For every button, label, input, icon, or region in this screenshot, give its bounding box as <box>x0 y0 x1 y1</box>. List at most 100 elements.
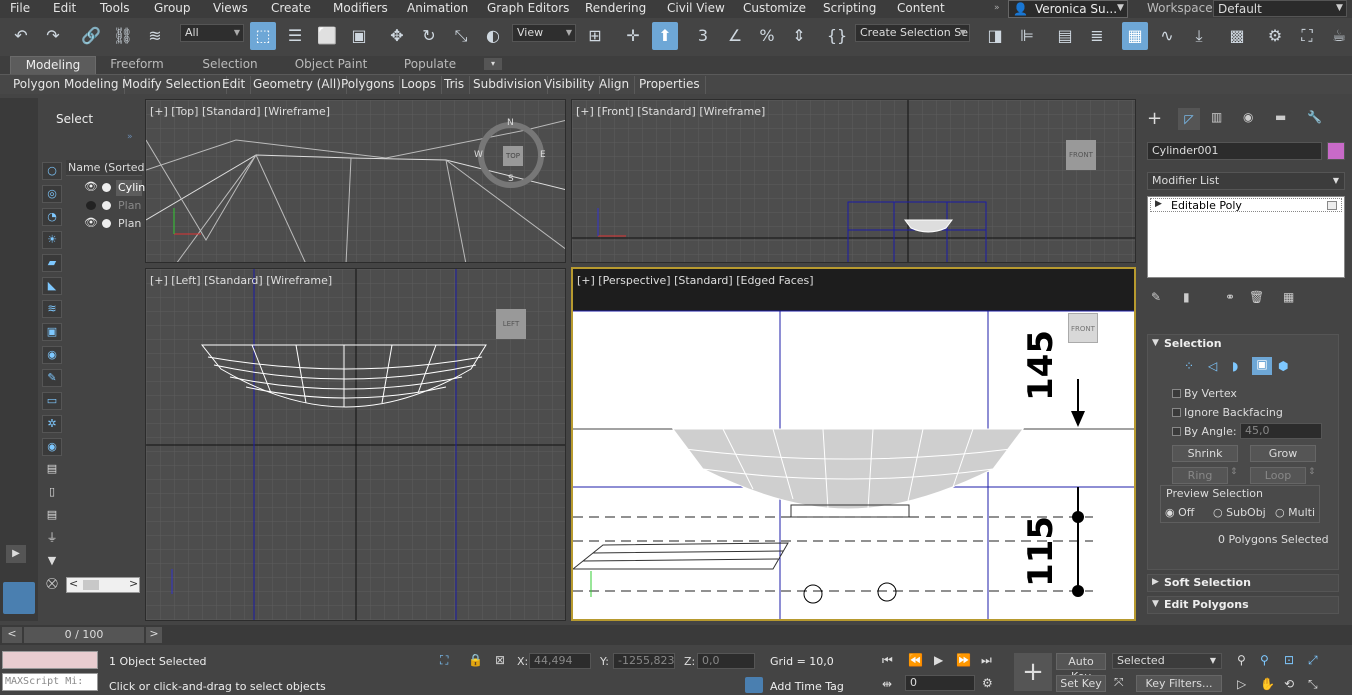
pivot-center-icon[interactable]: ⊞ <box>582 22 608 50</box>
selection-rollout-title[interactable]: Selection <box>1164 337 1222 350</box>
expand-panel-icon[interactable]: ▶ <box>6 545 26 563</box>
schematic-view-icon[interactable]: ⤓ <box>1186 22 1212 50</box>
edit-polygons-rollout[interactable]: ▼ Edit Polygons <box>1147 596 1339 614</box>
spinner-snap-icon[interactable]: ⇕ <box>786 22 812 50</box>
create-tab-icon[interactable]: + <box>1147 108 1162 129</box>
menu-graph-editors[interactable]: Graph Editors <box>487 0 569 18</box>
undo-icon[interactable]: ↶ <box>8 22 34 50</box>
make-unique-icon[interactable]: ⚭ <box>1225 290 1235 304</box>
by-vertex-checkbox[interactable]: By Vertex <box>1172 387 1237 400</box>
zoom-extents-icon[interactable]: ⊡ <box>1284 653 1294 667</box>
user-account-dropdown[interactable]: 👤 Veronica Su... ▼ <box>1008 0 1128 18</box>
menu-scripting[interactable]: Scripting <box>823 0 876 18</box>
zoom-icon[interactable]: ⚲ <box>1237 653 1246 667</box>
vertex-mode-icon[interactable]: ⁘ <box>1184 359 1194 373</box>
soft-selection-rollout[interactable]: ▶ Soft Selection <box>1147 574 1339 592</box>
display-geometry-icon[interactable]: ◎ <box>42 185 62 203</box>
window-crossing-icon[interactable]: ▣ <box>346 22 372 50</box>
tab-object-paint[interactable]: Object Paint <box>290 56 372 74</box>
freeze-dot-icon[interactable] <box>102 219 111 228</box>
viewcube[interactable]: FRONT <box>1066 140 1096 170</box>
orbit-icon[interactable]: ⟲ <box>1284 677 1294 691</box>
redo-icon[interactable]: ↷ <box>40 22 66 50</box>
menu-customize[interactable]: Customize <box>743 0 806 18</box>
hierarchy-tab-icon[interactable]: ▥ <box>1211 110 1222 124</box>
ribbon-polygons[interactable]: Polygons <box>336 76 401 94</box>
scene-item[interactable]: 👁 Cylin <box>80 180 145 196</box>
add-time-tag[interactable]: Add Time Tag <box>770 680 844 693</box>
time-configuration-icon[interactable]: ⚙ <box>982 676 993 690</box>
viewport-perspective-label[interactable]: [+] [Perspective] [Standard] [Edged Face… <box>577 274 814 287</box>
link-icon[interactable]: 🔗 <box>78 22 104 50</box>
menu-civil-view[interactable]: Civil View <box>667 0 725 18</box>
object-name-field[interactable]: Cylinder001 <box>1147 142 1322 160</box>
viewport-left-label[interactable]: [+] [Left] [Standard] [Wireframe] <box>150 274 332 287</box>
border-mode-icon[interactable]: ◗ <box>1232 359 1238 373</box>
tab-selection[interactable]: Selection <box>190 56 270 74</box>
scene-item[interactable]: 👁 Plan <box>80 216 142 232</box>
display-children-icon[interactable]: ▯ <box>42 484 62 502</box>
ribbon-toggle-icon[interactable]: ▦ <box>1122 22 1148 50</box>
material-editor-icon[interactable]: ▩ <box>1224 22 1250 50</box>
go-to-start-icon[interactable]: ⏮ <box>882 653 893 668</box>
rotate-icon[interactable]: ↻ <box>416 22 442 50</box>
ribbon-modify-selection[interactable]: Modify Selection <box>117 76 227 94</box>
scroll-left-icon[interactable]: < <box>69 577 78 590</box>
polygon-mode-icon[interactable]: ▣ <box>1252 357 1272 375</box>
select-manipulate-icon[interactable]: ✛ <box>620 22 646 50</box>
reference-coordinate-dropdown[interactable]: View <box>512 24 576 42</box>
curve-editor-icon[interactable]: ∿ <box>1154 22 1180 50</box>
ignore-backfacing-checkbox[interactable]: Ignore Backfacing <box>1172 406 1283 419</box>
ribbon-options-icon[interactable]: ▾ <box>484 58 502 70</box>
viewcube[interactable]: TOP <box>503 146 523 166</box>
display-frozen-icon[interactable]: ▤ <box>42 461 62 479</box>
menu-tools[interactable]: Tools <box>100 0 130 18</box>
show-end-result-icon[interactable]: ▮ <box>1183 290 1190 304</box>
pin-stack-icon[interactable]: ✎ <box>1151 290 1161 304</box>
pan-icon[interactable]: ✋ <box>1260 677 1275 691</box>
shrink-button[interactable]: Shrink <box>1172 445 1238 462</box>
viewport-front[interactable]: [+] [Front] [Standard] [Wireframe] FRONT <box>571 99 1136 263</box>
isolate-selection-icon[interactable]: ⛶ <box>440 653 448 668</box>
preview-off-radio[interactable]: ◉ Off <box>1165 506 1194 519</box>
display-containers-icon[interactable]: ▭ <box>42 392 62 410</box>
align-icon[interactable]: ⊫ <box>1014 22 1040 50</box>
display-spacewarps-icon[interactable]: ≋ <box>42 300 62 318</box>
viewcube-compass[interactable]: TOP N S W E <box>474 118 546 188</box>
modifier-list-dropdown[interactable]: Modifier List ▼ <box>1147 172 1345 190</box>
ribbon-geometry-all[interactable]: Geometry (All) <box>248 76 347 94</box>
by-angle-checkbox[interactable]: By Angle: <box>1172 425 1237 438</box>
maxscript-input[interactable]: MAXScript Mi: <box>2 673 98 691</box>
ribbon-edit[interactable]: Edit <box>217 76 252 94</box>
viewport-layout-icon[interactable] <box>3 582 35 614</box>
render-production-icon[interactable]: ☕ <box>1326 22 1352 50</box>
viewport-left[interactable]: [+] [Left] [Standard] [Wireframe] LEFT <box>145 268 566 621</box>
menu-content[interactable]: Content <box>897 0 945 18</box>
key-mode-dropdown[interactable]: Selected ▼ <box>1112 653 1222 669</box>
filter-icon[interactable]: ⏚ <box>42 530 62 548</box>
rectangular-selection-icon[interactable]: ⬜ <box>314 22 340 50</box>
percent-snap-icon[interactable]: % <box>754 22 780 50</box>
auto-key-button[interactable]: Auto Key <box>1056 653 1106 683</box>
menu-modifiers[interactable]: Modifiers <box>333 0 388 18</box>
menu-edit[interactable]: Edit <box>53 0 76 18</box>
transform-mode-icon[interactable]: ⊠ <box>495 653 505 667</box>
menu-animation[interactable]: Animation <box>407 0 468 18</box>
previous-frame-icon[interactable]: ⏪ <box>908 653 923 667</box>
angle-snap-icon[interactable]: ∠ <box>722 22 748 50</box>
edge-mode-icon[interactable]: ◁ <box>1208 359 1217 373</box>
eye-icon[interactable]: 👁 <box>84 180 98 193</box>
menu-rendering[interactable]: Rendering <box>585 0 646 18</box>
menu-views[interactable]: Views <box>213 0 248 18</box>
scene-explorer-icon[interactable]: ▤ <box>1052 22 1078 50</box>
rendered-frame-window-icon[interactable]: ⛶ <box>1294 22 1320 50</box>
freeze-dot-icon[interactable] <box>102 201 111 210</box>
display-none-icon[interactable]: ○ <box>42 162 62 180</box>
current-frame-field[interactable]: 0 <box>905 675 975 691</box>
display-bones-icon[interactable]: ✎ <box>42 369 62 387</box>
funnel-icon[interactable]: ▼ <box>42 553 62 571</box>
object-color-swatch[interactable] <box>1327 142 1345 160</box>
viewport-front-label[interactable]: [+] [Front] [Standard] [Wireframe] <box>576 105 765 118</box>
scene-column-header[interactable]: Name (Sorted A <box>66 160 156 176</box>
expand-icon[interactable]: » <box>127 132 133 142</box>
